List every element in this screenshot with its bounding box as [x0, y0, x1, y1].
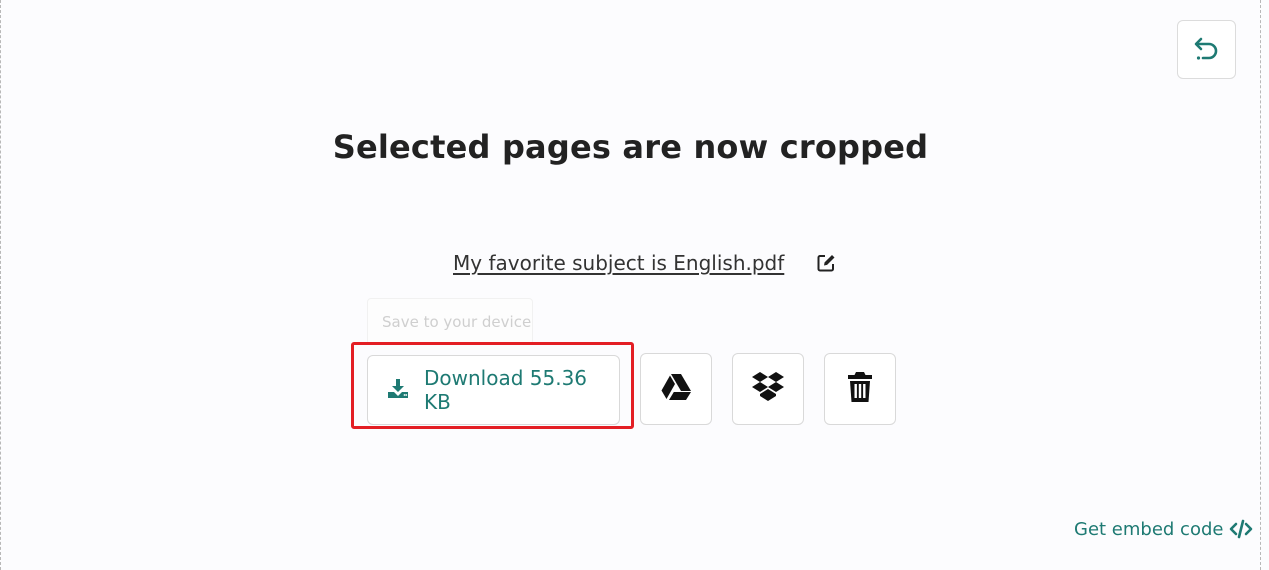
- google-drive-button[interactable]: [640, 353, 712, 425]
- undo-icon: [1192, 33, 1222, 67]
- edit-icon[interactable]: [816, 253, 836, 273]
- download-icon: [387, 377, 409, 403]
- page-frame: [0, 0, 1261, 570]
- trash-icon: [847, 371, 873, 407]
- download-label: Download 55.36 KB: [424, 366, 588, 414]
- code-icon: [1229, 519, 1253, 539]
- google-drive-icon: [660, 373, 692, 405]
- dropbox-button[interactable]: [732, 353, 804, 425]
- filename-row: My favorite subject is English.pdf: [453, 248, 836, 278]
- delete-button[interactable]: [824, 353, 896, 425]
- dropbox-icon: [751, 371, 785, 407]
- filename-link[interactable]: My favorite subject is English.pdf: [453, 251, 784, 275]
- undo-button[interactable]: [1177, 20, 1236, 79]
- page-title: Selected pages are now cropped: [332, 128, 929, 166]
- embed-label: Get embed code: [1074, 518, 1224, 540]
- embed-code-link[interactable]: Get embed code: [1074, 516, 1253, 542]
- download-button[interactable]: Download 55.36 KB: [367, 355, 620, 425]
- save-tooltip: Save to your device: [367, 298, 533, 345]
